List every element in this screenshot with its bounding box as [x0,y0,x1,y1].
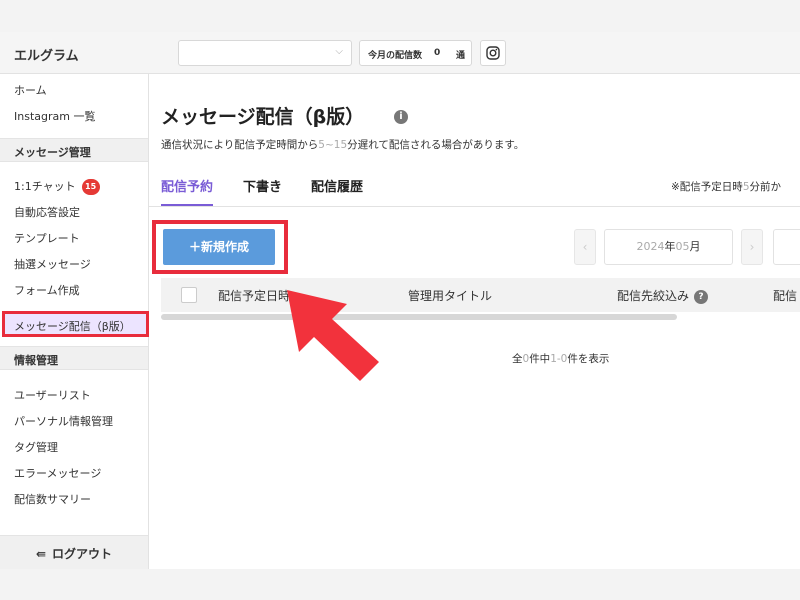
new-create-button[interactable]: ＋新規作成 [163,229,275,265]
sidebar-item-chat[interactable]: 1:1チャット 15 [14,178,100,195]
month-year-suffix: 年 [664,240,676,253]
page-title: メッセージ配信（β版） [161,106,365,128]
monthly-count-label: 今月の配信数 [368,51,423,61]
sidebar-item-summary[interactable]: 配信数サマリー [14,491,91,507]
delay-notice-post: 分遅れて配信される場合があります。 [347,139,525,151]
new-button-highlight: ＋新規作成 [152,220,288,274]
logout-label: ログアウト [52,547,113,561]
instagram-button[interactable] [480,40,506,66]
sidebar-item-instagram-list[interactable]: Instagram 一覧 [14,108,95,124]
sidebar-item-personal-info[interactable]: パーソナル情報管理 [14,413,113,429]
info-icon[interactable]: i [394,110,408,124]
month-year: 2024 [636,240,665,253]
sidebar-item-user-list[interactable]: ユーザーリスト [14,387,91,403]
table-header: 配信予定日時 管理用タイトル 配信先絞込み? 配信 [161,278,800,312]
top-bar: エルグラム ⌵ 今月の配信数 0 通 [0,32,800,74]
col-schedule: 配信予定日時 [218,289,291,303]
col-filter-label: 配信先絞込み [617,289,690,303]
monthly-count-value: 0 [434,48,441,58]
app-logo: エルグラム [14,49,79,64]
account-select[interactable]: ⌵ [178,40,352,66]
sidebar-item-form[interactable]: フォーム作成 [14,282,80,298]
count-pre: 全 [512,353,523,365]
section-info-management: 情報管理 [0,346,148,370]
app-frame: エルグラム ⌵ 今月の配信数 0 通 ホーム Instagram 一覧 メッセー… [0,32,800,569]
section-message-management: メッセージ管理 [0,138,148,162]
logout-icon: ⇚ [35,547,47,561]
tab-note-post: 分前か [749,181,782,193]
delay-notice: 通信状況により配信予定時間から5~15分遅れて配信される場合があります。 [161,137,524,152]
count-post: 件を表示 [567,353,610,365]
logout-button[interactable]: ⇚ ログアウト [0,535,148,569]
tab-note-num: 5 [742,181,750,193]
result-count: 全0件中1-0件を表示 [512,351,609,366]
sidebar-item-tag[interactable]: タグ管理 [14,439,58,455]
instagram-icon [486,46,500,60]
chevron-down-icon: ⌵ [335,46,343,57]
tab-scheduled[interactable]: 配信予約 [161,176,214,206]
tab-note-pre: ※配信予定日時 [671,181,743,193]
tab-history[interactable]: 配信履歴 [311,176,363,195]
tab-bar: 配信予約 下書き 配信履歴 ※配信予定日時5分前か [149,173,800,207]
col-title: 管理用タイトル [408,289,493,303]
chevron-left-icon: ‹ [582,240,588,254]
next-month-button[interactable]: › [741,229,763,265]
delay-notice-range: 5~15 [318,139,348,151]
select-all-checkbox[interactable] [181,287,197,303]
sidebar-item-home[interactable]: ホーム [14,82,47,98]
sidebar-item-chat-label: 1:1チャット [14,180,76,193]
sidebar-item-auto-reply[interactable]: 自動応答設定 [14,204,80,220]
month-month: 05 [675,240,690,253]
prev-month-button[interactable]: ‹ [574,229,596,265]
sidebar: ホーム Instagram 一覧 メッセージ管理 1:1チャット 15 自動応答設… [0,74,149,569]
monthly-count-box: 今月の配信数 0 通 [359,40,472,66]
month-display: 2024年05月 [604,229,733,265]
main-content: メッセージ配信（β版） i 通信状況により配信予定時間から5~15分遅れて配信さ… [149,74,800,569]
month-month-suffix: 月 [689,240,701,253]
sidebar-item-lottery[interactable]: 抽選メッセージ [14,256,91,272]
delay-notice-pre: 通信状況により配信予定時間から [161,139,319,151]
sidebar-item-broadcast[interactable]: メッセージ配信（β版） [2,311,149,337]
filter-button[interactable] [773,229,800,265]
col-filter: 配信先絞込み? [617,287,709,304]
col-delivery: 配信 [773,289,798,303]
unread-badge: 15 [81,179,100,195]
question-icon[interactable]: ? [694,290,709,304]
monthly-count-unit: 通 [456,51,466,61]
chevron-right-icon: › [749,240,755,254]
tab-note: ※配信予定日時5分前か [671,179,781,194]
count-mid: 件中 [529,353,551,365]
red-pointer-arrow [287,290,379,381]
sidebar-item-error-message[interactable]: エラーメッセージ [14,465,101,481]
sidebar-item-template[interactable]: テンプレート [14,230,80,246]
horizontal-scrollbar[interactable] [161,314,677,320]
tab-draft[interactable]: 下書き [243,176,282,195]
count-range: 1-0 [550,353,568,365]
